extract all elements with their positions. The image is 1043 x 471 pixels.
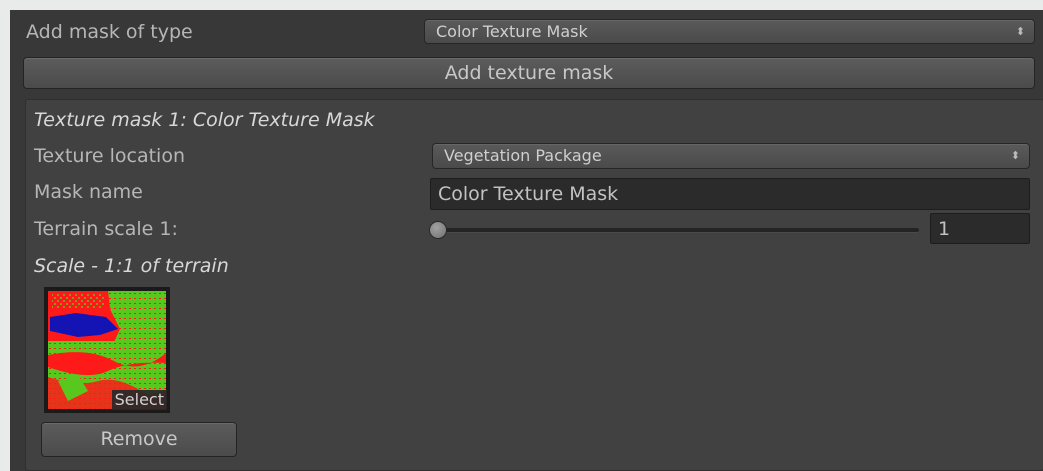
remove-button[interactable]: Remove: [41, 422, 237, 457]
inspector-panel: Add mask of type Color Texture Mask ⬍ Ad…: [10, 10, 1043, 471]
mask-type-value: Color Texture Mask: [436, 22, 588, 41]
mask-type-label: Add mask of type: [26, 21, 193, 43]
mask-type-dropdown[interactable]: Color Texture Mask ⬍: [424, 19, 1035, 44]
updown-arrows-icon: ⬍: [1010, 149, 1020, 162]
terrain-scale-slider[interactable]: [436, 228, 919, 232]
updown-arrows-icon: ⬍: [1015, 25, 1025, 38]
mask-name-label: Mask name: [34, 181, 143, 203]
texture-location-dropdown[interactable]: Vegetation Package ⬍: [432, 143, 1030, 169]
select-button[interactable]: Select: [111, 390, 167, 410]
terrain-scale-input[interactable]: 1: [930, 213, 1030, 244]
texture-location-label: Texture location: [34, 145, 185, 167]
add-texture-mask-button[interactable]: Add texture mask: [23, 57, 1035, 89]
slider-thumb[interactable]: [429, 221, 447, 239]
terrain-scale-label: Terrain scale 1:: [34, 218, 178, 240]
texture-location-value: Vegetation Package: [444, 146, 602, 165]
scale-caption: Scale - 1:1 of terrain: [34, 255, 229, 277]
texture-mask-box: Texture mask 1: Color Texture Mask Textu…: [25, 99, 1043, 471]
mask-title: Texture mask 1: Color Texture Mask: [34, 109, 375, 131]
mask-name-field[interactable]: Color Texture Mask: [430, 178, 1030, 210]
texture-thumbnail[interactable]: Select: [44, 287, 170, 413]
